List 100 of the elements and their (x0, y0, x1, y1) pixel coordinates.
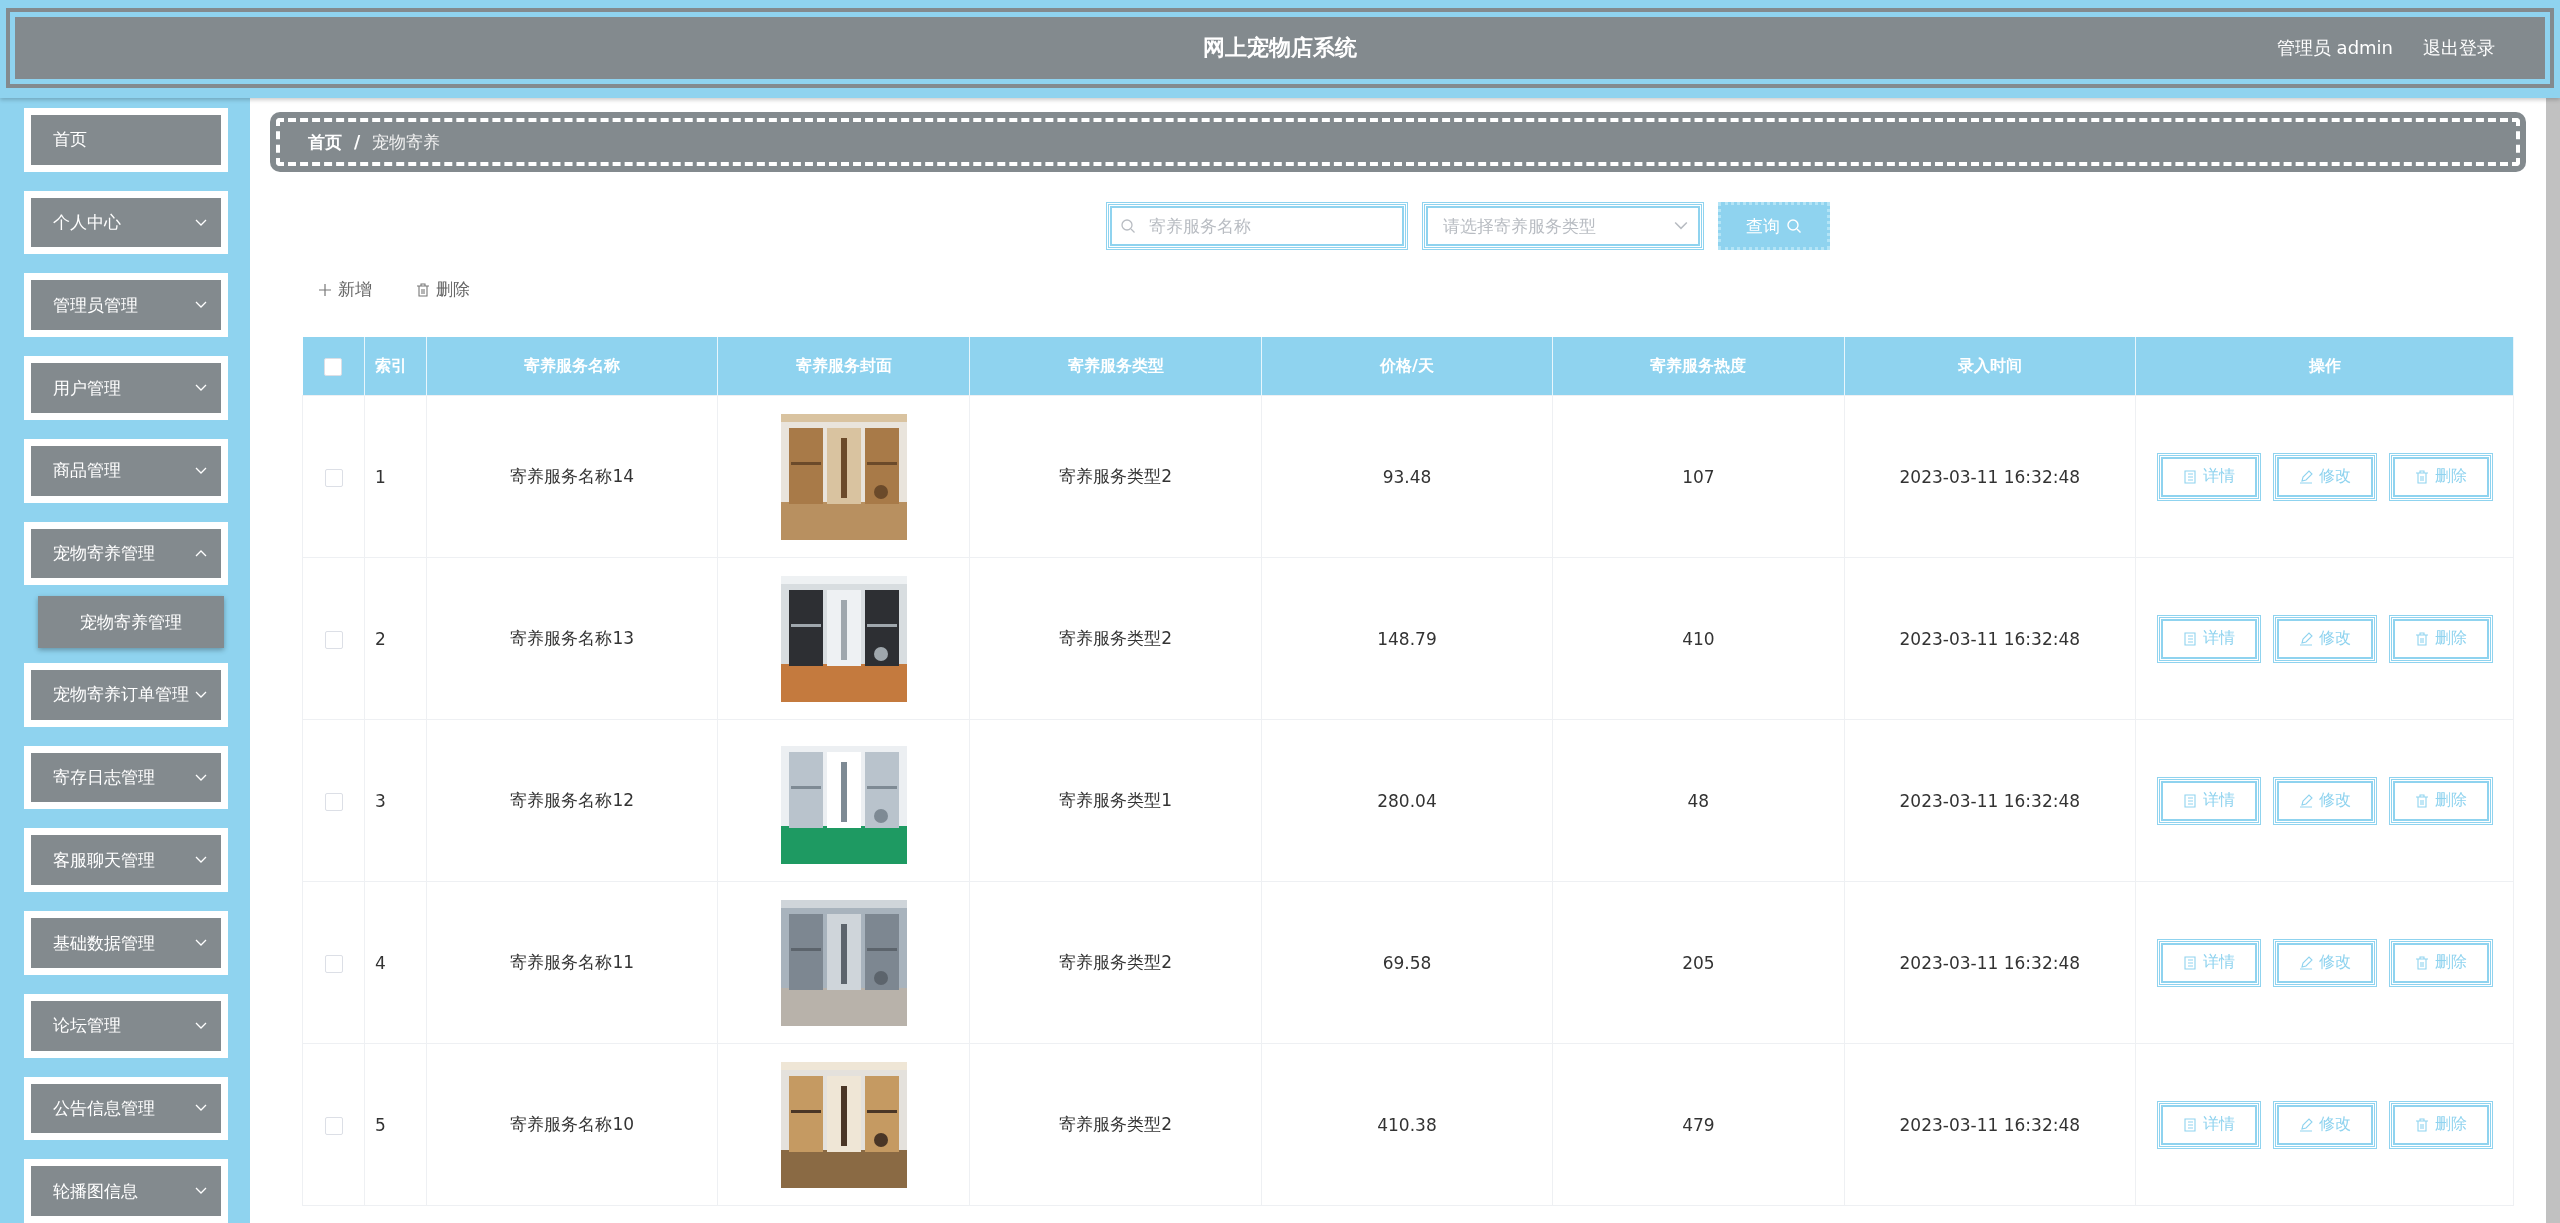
table-cell: 2023-03-11 16:32:48 (1844, 719, 2136, 882)
menu-item[interactable]: 商品管理 (24, 438, 228, 503)
chevron-icon (195, 549, 207, 558)
menu-item[interactable]: 寄存日志管理 (24, 745, 228, 810)
scrollbar[interactable] (2546, 98, 2560, 1223)
table-cell: 2023-03-11 16:32:48 (1844, 881, 2136, 1044)
table-cell: 280.04 (1261, 719, 1553, 882)
column-header: 录入时间 (1844, 337, 2136, 396)
menu-item[interactable]: 首页 (24, 108, 228, 172)
column-header: 价格/天 (1261, 337, 1553, 396)
chevron-icon (195, 1104, 207, 1113)
table-cell: 寄养服务名称14 (426, 395, 718, 558)
search-field[interactable]: 寄养服务名称 (1106, 202, 1408, 250)
table-cell: 3 (364, 719, 427, 882)
breadcrumb-separator: / (354, 132, 361, 152)
table-cell: 2023-03-11 16:32:48 (1844, 1043, 2136, 1206)
table-cell: 寄养服务类型1 (969, 719, 1262, 882)
column-header: 操作 (2135, 337, 2514, 396)
table-cell: 107 (1552, 395, 1845, 558)
table-cell: 寄养服务类型2 (969, 557, 1262, 720)
row-checkbox[interactable] (324, 468, 343, 487)
column-header: 寄养服务名称 (426, 337, 718, 396)
document-icon (2182, 1117, 2197, 1132)
table-cell: 48 (1552, 719, 1845, 882)
chevron-icon (195, 856, 207, 865)
menu-item[interactable]: 个人中心 (24, 190, 228, 255)
column-header: 寄养服务热度 (1552, 337, 1845, 396)
column-header: 寄养服务类型 (969, 337, 1262, 396)
menu-item[interactable]: 公告信息管理 (24, 1076, 228, 1141)
table-cell: 205 (1552, 881, 1845, 1044)
breadcrumb-link[interactable]: 宠物寄养 (372, 130, 441, 154)
caret-icon (1674, 221, 1688, 231)
menu-item[interactable]: 基础数据管理 (24, 911, 228, 975)
chevron-icon (195, 773, 207, 782)
table-cell: 寄养服务类型2 (969, 1043, 1262, 1206)
pencil-icon (2298, 469, 2313, 484)
column-header: 索引 (364, 337, 427, 396)
trash-icon (2414, 793, 2429, 808)
trash-icon (2414, 955, 2429, 970)
menu-item[interactable]: 论坛管理 (24, 993, 228, 1058)
row-checkbox[interactable] (324, 630, 343, 649)
column-header: 寄养服务封面 (717, 337, 970, 396)
chevron-icon (195, 466, 207, 475)
document-icon (2182, 793, 2197, 808)
trash-icon (416, 282, 430, 297)
pencil-icon (2298, 793, 2313, 808)
menu-item[interactable]: 客服聊天管理 (24, 828, 228, 893)
table-cell: 寄养服务名称13 (426, 557, 718, 720)
trash-icon (2414, 469, 2429, 484)
row-checkbox[interactable] (324, 792, 343, 811)
table-cell: 寄养服务名称11 (426, 881, 718, 1044)
select-all-checkbox[interactable] (324, 357, 343, 376)
row-checkbox[interactable] (324, 1116, 343, 1135)
pencil-icon (2298, 955, 2313, 970)
table-cell: 4 (364, 881, 427, 1044)
table-cell: 410.38 (1261, 1043, 1553, 1206)
chevron-icon (195, 939, 207, 948)
pencil-icon (2298, 631, 2313, 646)
table-cell: 5 (364, 1043, 427, 1206)
table-cell: 93.48 (1261, 395, 1553, 558)
chevron-icon (195, 384, 207, 392)
chevron-icon (195, 218, 207, 227)
chevron-icon (195, 690, 207, 699)
type-select[interactable]: 请选择寄养服务类型 (1422, 202, 1704, 250)
search-icon (1120, 218, 1136, 234)
add-button[interactable]: 新增 (318, 278, 372, 301)
logout-link[interactable]: 退出登录 (2423, 36, 2495, 60)
row-checkbox[interactable] (324, 954, 343, 973)
document-icon (2182, 631, 2197, 646)
app-title: 网上宠物店系统 (1203, 34, 1357, 62)
table-cell: 1 (364, 395, 427, 558)
trash-icon (2414, 631, 2429, 646)
table-cell: 410 (1552, 557, 1845, 720)
chevron-icon (195, 1187, 207, 1196)
menu-item[interactable]: 宠物寄养管理 (24, 521, 228, 586)
table-cell: 寄养服务名称12 (426, 719, 718, 882)
search-icon (1786, 218, 1802, 234)
plus-icon (318, 282, 332, 297)
document-icon (2182, 955, 2197, 970)
menu-item[interactable]: 管理员管理 (24, 273, 228, 338)
table-cell: 2023-03-11 16:32:48 (1844, 395, 2136, 558)
menu-item[interactable]: 宠物寄养订单管理 (24, 663, 228, 727)
pencil-icon (2298, 1117, 2313, 1132)
trash-icon (2414, 1117, 2429, 1132)
user-label: 管理员 admin (2276, 36, 2393, 60)
menu-item[interactable]: 轮播图信息 (24, 1159, 228, 1223)
table-cell: 寄养服务类型2 (969, 881, 1262, 1044)
menu-item[interactable]: 用户管理 (24, 356, 228, 420)
submenu-item[interactable]: 宠物寄养管理 (38, 596, 224, 648)
table-cell: 479 (1552, 1043, 1845, 1206)
table-cell: 寄养服务名称10 (426, 1043, 718, 1206)
document-icon (2182, 469, 2197, 484)
delete-button[interactable]: 删除 (416, 278, 470, 301)
table-cell: 69.58 (1261, 881, 1553, 1044)
table-cell: 寄养服务类型2 (969, 395, 1262, 558)
chevron-icon (195, 301, 207, 310)
chevron-icon (195, 1021, 207, 1030)
breadcrumb-link[interactable]: 首页 (308, 130, 342, 154)
table-cell: 148.79 (1261, 557, 1553, 720)
table-cell: 2 (364, 557, 427, 720)
